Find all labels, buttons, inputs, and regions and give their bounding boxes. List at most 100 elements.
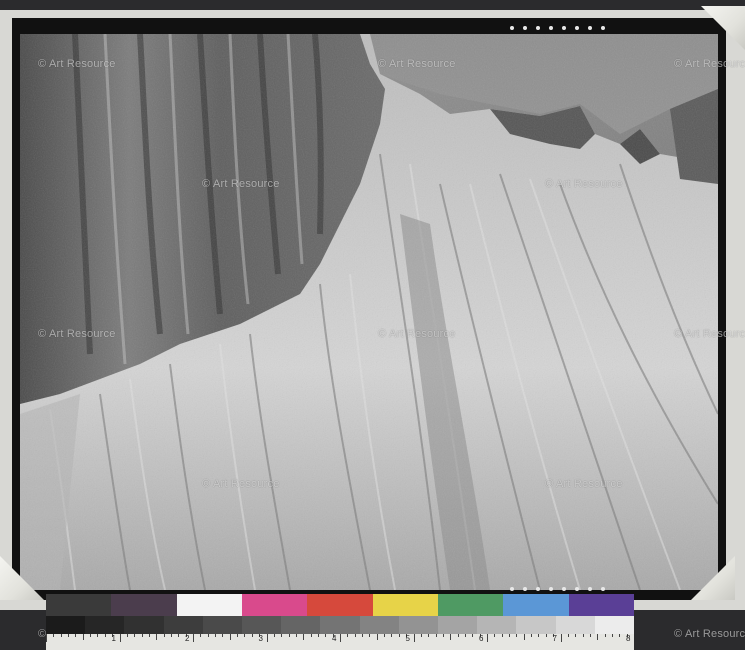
- gray-step-swatch: [46, 616, 86, 634]
- scale-tick: [472, 634, 474, 637]
- scale-tick: [347, 634, 349, 637]
- scale-tick: [494, 634, 496, 637]
- scale-tick: [604, 634, 606, 637]
- scale-tick: [317, 634, 319, 637]
- scale-tick: [207, 634, 209, 637]
- scale-tick: [597, 634, 599, 640]
- scale-tick: [619, 634, 621, 637]
- color-swatch: [568, 594, 634, 616]
- scale-tick: [611, 634, 613, 637]
- watermark-text: © Art Resource: [674, 628, 745, 640]
- scale-tick: [281, 634, 283, 637]
- watermark-text: © Art Resource: [545, 178, 623, 190]
- watermark-text: © Art Resource: [202, 178, 280, 190]
- scale-tick: [104, 634, 106, 637]
- watermark-text: © Art Resource: [674, 328, 745, 340]
- gray-step-swatch: [477, 616, 517, 634]
- scale-tick: [420, 634, 422, 637]
- scale-tick: [53, 634, 55, 637]
- watermark-text: © Art Resource: [202, 478, 280, 490]
- scale-tick: [222, 634, 224, 637]
- gray-step-swatch: [438, 616, 478, 634]
- scale-tick: [310, 634, 312, 637]
- scale-tick: [303, 634, 305, 640]
- scale-tick: [178, 634, 180, 637]
- scale-tick: [229, 634, 231, 640]
- watermark-text: © Art Resource: [38, 328, 116, 340]
- scale-tick: [582, 634, 584, 637]
- color-swatch: [503, 594, 569, 616]
- gray-step-swatch: [85, 616, 125, 634]
- scale-tick: [46, 634, 47, 642]
- scale-tick: [501, 634, 503, 637]
- color-swatch: [111, 594, 177, 616]
- film-edge-dots-top: [510, 26, 605, 32]
- scale-tick: [273, 634, 275, 637]
- watermark-text: © Art Resource: [38, 58, 116, 70]
- scale-tick: [487, 634, 488, 642]
- scale-tick: [384, 634, 386, 637]
- gray-step-swatch: [516, 616, 556, 634]
- scale-tick: [369, 634, 371, 637]
- scale-tick: [509, 634, 511, 637]
- scale-number: 7: [552, 634, 557, 643]
- scale-tick: [428, 634, 430, 637]
- scale-tick: [82, 634, 84, 640]
- scale-tick: [134, 634, 136, 637]
- scale-tick: [251, 634, 253, 637]
- scale-tick: [450, 634, 452, 640]
- gray-step-swatch: [555, 616, 595, 634]
- grayscale-calibration-bar: [46, 616, 635, 634]
- scale-tick: [413, 634, 415, 642]
- scale-tick: [97, 634, 99, 637]
- gray-step-swatch: [202, 616, 243, 634]
- landscape-photograph[interactable]: [20, 34, 718, 590]
- color-swatch: [46, 594, 112, 616]
- scale-tick: [376, 634, 378, 640]
- scale-tick: [266, 634, 268, 642]
- scale-tick: [523, 634, 525, 640]
- watermark-text: © Art Resource: [378, 58, 456, 70]
- gray-step-swatch: [242, 616, 282, 634]
- scale-tick: [60, 634, 62, 637]
- color-calibration-bar: [46, 594, 634, 616]
- scale-tick: [325, 634, 327, 637]
- scale-tick: [589, 634, 591, 637]
- measurement-scale: 1 2 3 4 5 6 7 8: [46, 634, 634, 650]
- scale-tick: [215, 634, 217, 637]
- color-swatch: [372, 594, 438, 616]
- scale-tick: [237, 634, 239, 637]
- scale-number: 2: [185, 634, 190, 643]
- scale-tick: [442, 634, 444, 637]
- scale-number: 8: [626, 634, 631, 643]
- scale-number: 5: [405, 634, 410, 643]
- scale-tick: [126, 634, 128, 637]
- watermark-text: © Art Resource: [545, 478, 623, 490]
- gray-step-swatch: [163, 616, 203, 634]
- scale-tick: [163, 634, 165, 637]
- scale-tick: [567, 634, 569, 637]
- gray-step-swatch: [320, 616, 360, 634]
- scale-tick: [170, 634, 172, 637]
- scale-tick: [362, 634, 364, 637]
- scale-tick: [457, 634, 459, 637]
- scale-tick: [354, 634, 356, 637]
- scale-tick: [119, 634, 121, 642]
- scale-tick: [464, 634, 466, 637]
- color-swatch: [437, 594, 504, 616]
- scale-tick: [156, 634, 158, 640]
- scale-number: 3: [258, 634, 263, 643]
- scale-tick: [148, 634, 150, 637]
- scale-tick: [398, 634, 400, 637]
- scale-number: 6: [479, 634, 484, 643]
- color-swatch: [241, 594, 308, 616]
- color-swatch: [176, 594, 242, 616]
- scale-tick: [200, 634, 202, 637]
- scale-tick: [435, 634, 437, 637]
- scale-tick: [295, 634, 297, 637]
- badlands-image: [20, 34, 718, 590]
- scale-number: 4: [332, 634, 337, 643]
- scale-tick: [68, 634, 70, 637]
- scale-tick: [193, 634, 194, 642]
- scale-tick: [340, 634, 341, 642]
